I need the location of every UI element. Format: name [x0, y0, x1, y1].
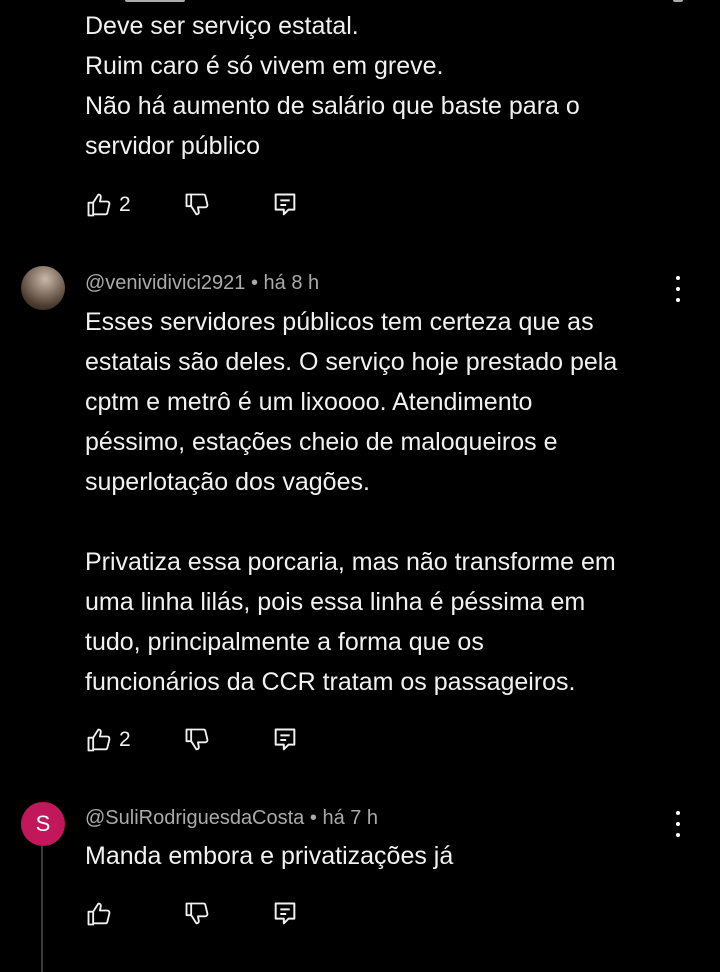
dislike-button[interactable]	[183, 190, 211, 220]
thumb-up-icon	[87, 193, 111, 217]
like-count: 2	[119, 193, 131, 216]
comment-text-line: cptm e metrô é um lixoooo. Atendimento	[85, 388, 533, 416]
reply-icon	[274, 193, 296, 216]
reply-icon	[274, 902, 296, 925]
comment-author[interactable]: @venividivici2921	[85, 272, 245, 294]
dislike-button[interactable]	[183, 899, 211, 929]
comment-meta: @venividivici2921 • há 8 h	[85, 272, 319, 295]
thumb-down-icon	[185, 902, 209, 925]
reply-button[interactable]	[271, 725, 299, 755]
reply-button[interactable]	[271, 190, 299, 220]
like-count: 2	[119, 728, 131, 751]
comment-text: Manda embora e privatizações já	[85, 836, 685, 876]
comment-text-line: Manda embora e privatizações já	[85, 842, 454, 870]
comment-text: Esses servidores públicos tem certeza qu…	[85, 302, 685, 702]
like-button[interactable]: 2	[85, 190, 131, 220]
comment-text-line: péssimo, estações cheio de maloqueiros e	[85, 428, 558, 456]
comment-author[interactable]: @SuliRodriguesdaCosta	[85, 807, 304, 829]
avatar[interactable]	[21, 266, 65, 310]
dislike-button[interactable]	[183, 725, 211, 755]
meta-separator: •	[250, 272, 258, 294]
reply-thread-line	[41, 846, 43, 972]
comment-text-line: estatais são deles. O serviço hoje prest…	[85, 348, 618, 376]
clipped-previous-content	[85, 0, 685, 4]
thumb-up-icon	[87, 728, 111, 752]
comment-text: Deve ser serviço estatal. Ruim caro é só…	[85, 6, 685, 166]
comment-time[interactable]: há 7 h	[322, 807, 378, 829]
comment-text-line: Privatiza essa porcaria, mas não transfo…	[85, 548, 616, 576]
thumb-down-icon	[185, 728, 209, 751]
comment-text-line: servidor público	[85, 132, 261, 160]
comment-text-line: superlotação dos vagões.	[85, 468, 370, 496]
comment-text-line: Esses servidores públicos tem certeza qu…	[85, 308, 594, 336]
comment-text-line: uma linha lilás, pois essa linha é péssi…	[85, 588, 586, 616]
avatar[interactable]: S	[21, 802, 65, 846]
more-vert-icon[interactable]	[666, 809, 690, 839]
comment-meta: @SuliRodriguesdaCosta • há 7 h	[85, 807, 378, 830]
comment-text-line: Ruim caro é só vivem em greve.	[85, 52, 444, 80]
comment-time[interactable]: há 8 h	[264, 272, 320, 294]
comment-text-line: tudo, principalmente a forma que os	[85, 628, 484, 656]
like-button[interactable]	[85, 899, 119, 929]
more-vert-icon[interactable]	[666, 274, 690, 304]
meta-separator: •	[309, 807, 317, 829]
like-button[interactable]: 2	[85, 725, 131, 755]
thumb-up-icon	[87, 902, 111, 926]
reply-icon	[274, 728, 296, 751]
comment-text-line: Não há aumento de salário que baste para…	[85, 92, 580, 120]
comment-text-line: Deve ser serviço estatal.	[85, 12, 359, 40]
comment-text-line: funcionários da CCR tratam os passageiro…	[85, 668, 576, 696]
reply-button[interactable]	[271, 899, 299, 929]
thumb-down-icon	[185, 193, 209, 216]
